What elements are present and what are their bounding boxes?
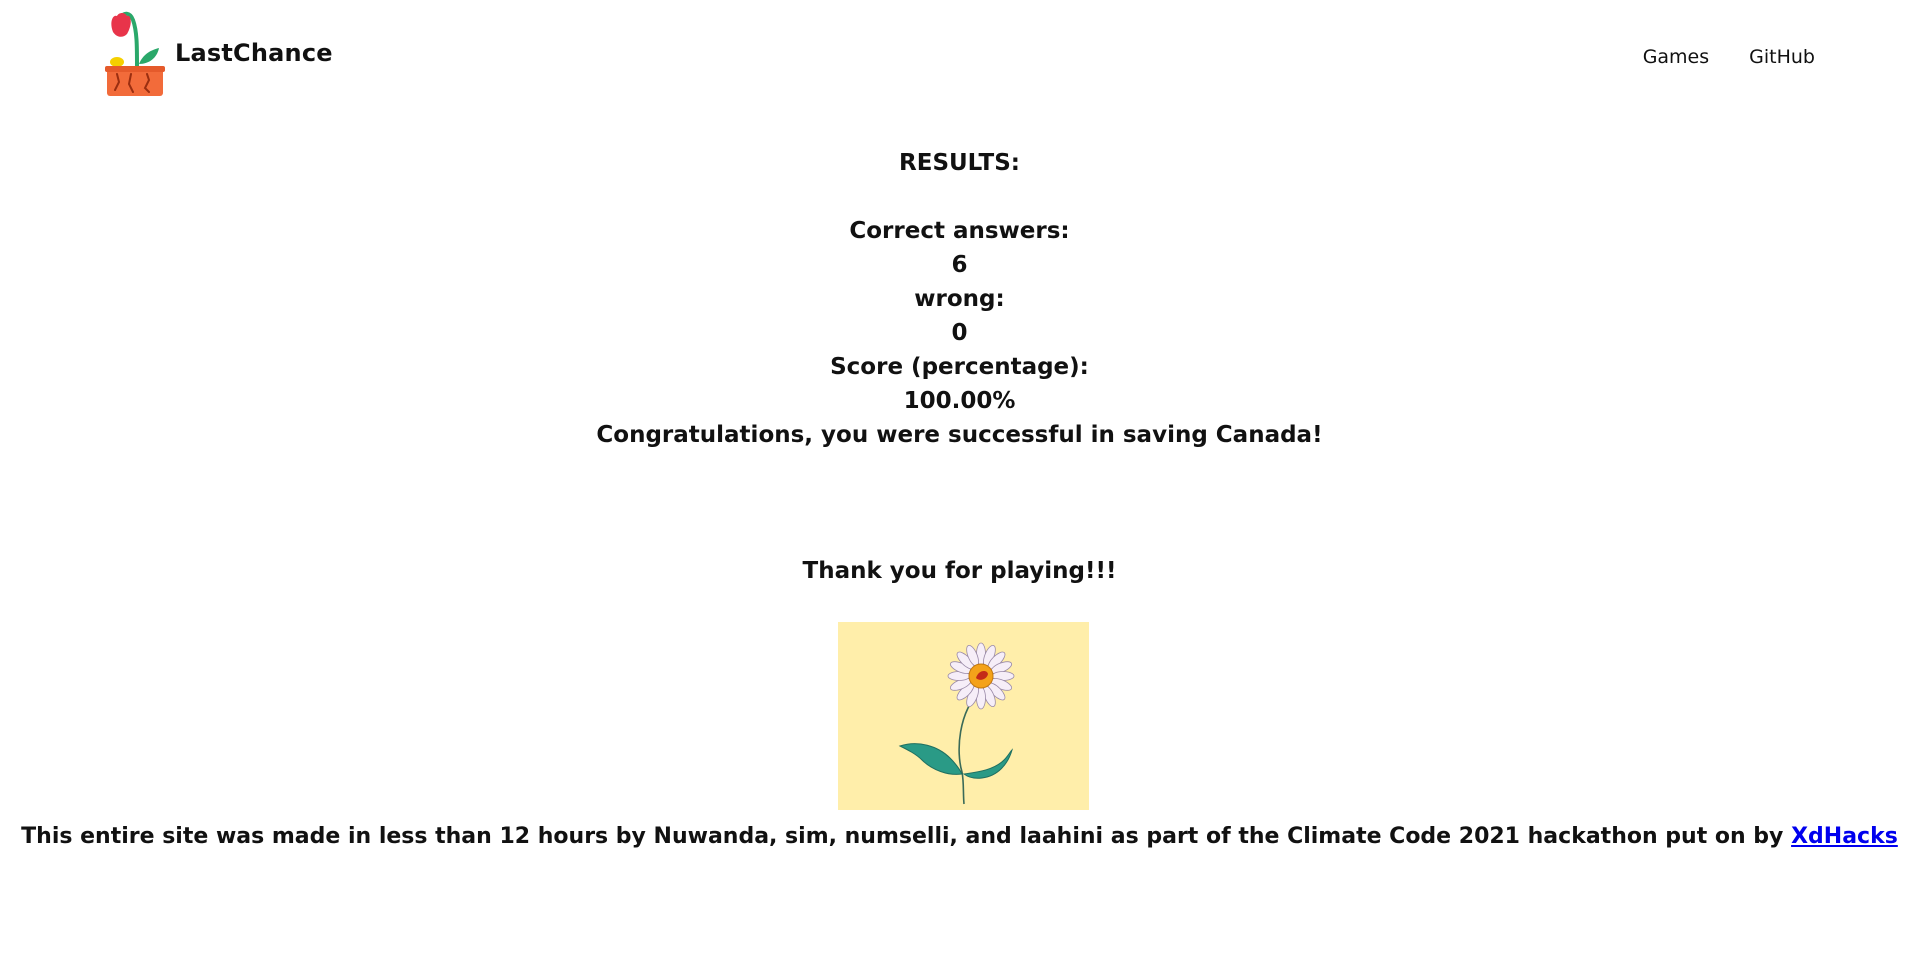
wrong-answers-label: wrong: bbox=[914, 286, 1005, 312]
site-header: LastChance Games GitHub bbox=[0, 0, 1919, 110]
brand-name: LastChance bbox=[175, 39, 333, 67]
daisy-flower-illustration-icon bbox=[838, 622, 1089, 810]
brand-home-link[interactable]: LastChance bbox=[103, 6, 333, 98]
flower-illustration bbox=[838, 622, 1089, 810]
thank-you-message: Thank you for playing!!! bbox=[802, 558, 1117, 584]
results-heading: RESULTS: bbox=[899, 150, 1020, 176]
credits-text: This entire site was made in less than 1… bbox=[21, 824, 1784, 849]
score-value: 100.00% bbox=[903, 388, 1016, 414]
top-nav: Games GitHub bbox=[1643, 46, 1815, 68]
results-section: RESULTS: Correct answers: 6 wrong: 0 Sco… bbox=[0, 146, 1919, 452]
correct-answers-value: 6 bbox=[951, 252, 968, 278]
success-message: Congratulations, you were successful in … bbox=[596, 422, 1323, 448]
correct-answers-label: Correct answers: bbox=[849, 218, 1070, 244]
xdhacks-link[interactable]: XdHacks bbox=[1791, 824, 1898, 849]
potted-plant-logo-icon bbox=[105, 11, 165, 96]
nav-link-github[interactable]: GitHub bbox=[1749, 46, 1815, 68]
score-label: Score (percentage): bbox=[830, 354, 1089, 380]
page: LastChance Games GitHub RESULTS: Correct… bbox=[0, 0, 1919, 976]
credits-line: This entire site was made in less than 1… bbox=[0, 820, 1919, 854]
nav-link-games[interactable]: Games bbox=[1643, 46, 1709, 68]
wrong-answers-value: 0 bbox=[951, 320, 968, 346]
